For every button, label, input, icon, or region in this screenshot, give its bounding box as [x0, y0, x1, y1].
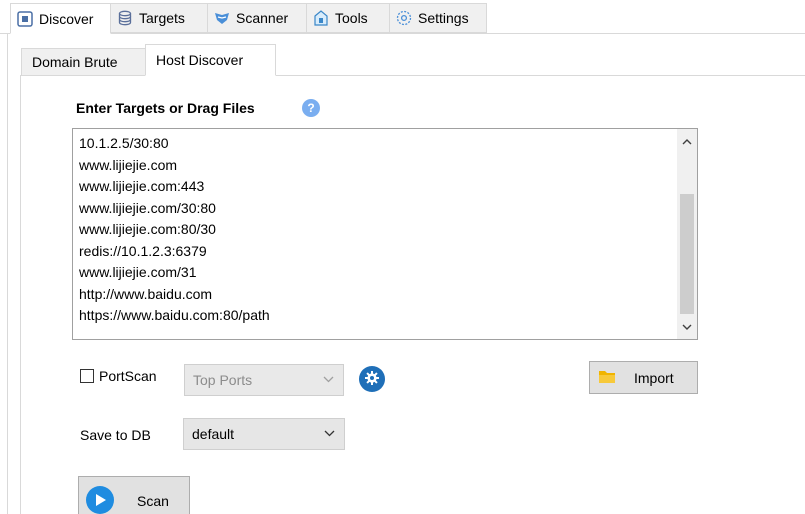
textarea-scrollbar[interactable]	[677, 129, 697, 339]
port-settings-button[interactable]	[359, 366, 385, 392]
ports-select[interactable]: Top Ports	[184, 364, 344, 396]
target-line: redis://10.1.2.3:6379	[79, 242, 207, 259]
help-icon[interactable]: ?	[302, 99, 320, 117]
database-icon	[117, 10, 133, 26]
targets-text: 10.1.2.5/30:80 www.lijiejie.com www.liji…	[79, 133, 270, 327]
tab-tools-label: Tools	[335, 10, 368, 26]
settings-icon	[396, 10, 412, 26]
scroll-thumb[interactable]	[680, 194, 694, 314]
tab-targets[interactable]: Targets	[111, 3, 208, 33]
tab-scanner-label: Scanner	[236, 10, 289, 26]
tab-scanner[interactable]: Scanner	[208, 3, 307, 33]
save-db-select[interactable]: default	[183, 418, 345, 450]
play-icon	[85, 485, 115, 514]
tab-settings[interactable]: Settings	[390, 3, 487, 33]
tab-discover[interactable]: Discover	[10, 3, 111, 34]
main-tab-bar: Discover Targets Scanner Tools Settings	[0, 0, 805, 34]
target-line: www.lijiejie.com	[79, 156, 178, 173]
folder-icon	[598, 369, 616, 387]
target-line: http://www.baidu.com	[79, 285, 213, 302]
save-db-label: Save to DB	[80, 427, 151, 443]
tab-domain-brute-label: Domain Brute	[32, 54, 118, 70]
scroll-up-icon[interactable]	[677, 133, 697, 150]
target-line: www.lijiejie.com:80/30	[79, 221, 216, 237]
save-db-value: default	[192, 426, 235, 442]
tab-settings-label: Settings	[418, 10, 469, 26]
portscan-checkbox[interactable]	[80, 369, 94, 383]
tab-host-discover-label: Host Discover	[156, 52, 244, 68]
chevron-down-icon	[324, 428, 335, 440]
target-line: www.lijiejie.com/30:80	[79, 199, 216, 216]
target-line: www.lijiejie.com:443	[79, 178, 205, 194]
import-button-label: Import	[634, 369, 674, 386]
chevron-down-icon	[323, 374, 334, 386]
tab-host-discover[interactable]: Host Discover	[145, 44, 276, 76]
targets-textarea[interactable]: 10.1.2.5/30:80 www.lijiejie.com www.liji…	[72, 128, 698, 340]
tab-tools[interactable]: Tools	[307, 3, 390, 33]
tab-domain-brute[interactable]: Domain Brute	[21, 48, 146, 76]
shield-icon	[214, 10, 230, 26]
scroll-down-icon[interactable]	[677, 318, 697, 335]
tab-targets-label: Targets	[139, 10, 185, 26]
import-button[interactable]: Import	[589, 361, 698, 394]
portscan-row: PortScan	[80, 368, 157, 384]
scan-button-label: Scan	[137, 493, 169, 509]
discover-icon	[17, 10, 33, 27]
scan-button[interactable]: Scan	[78, 476, 190, 514]
panel-border	[7, 34, 8, 514]
tab-discover-label: Discover	[39, 10, 94, 27]
targets-label: Enter Targets or Drag Files	[76, 100, 255, 116]
target-line: www.lijiejie.com/31	[79, 264, 197, 280]
target-line: 10.1.2.5/30:80	[79, 135, 169, 151]
gear-icon	[364, 370, 380, 389]
toolbox-icon	[313, 10, 329, 26]
ports-select-value: Top Ports	[193, 372, 253, 388]
target-line: https://www.baidu.com:80/path	[79, 307, 270, 323]
portscan-label[interactable]: PortScan	[99, 368, 157, 384]
active-tab-joint	[146, 75, 275, 77]
